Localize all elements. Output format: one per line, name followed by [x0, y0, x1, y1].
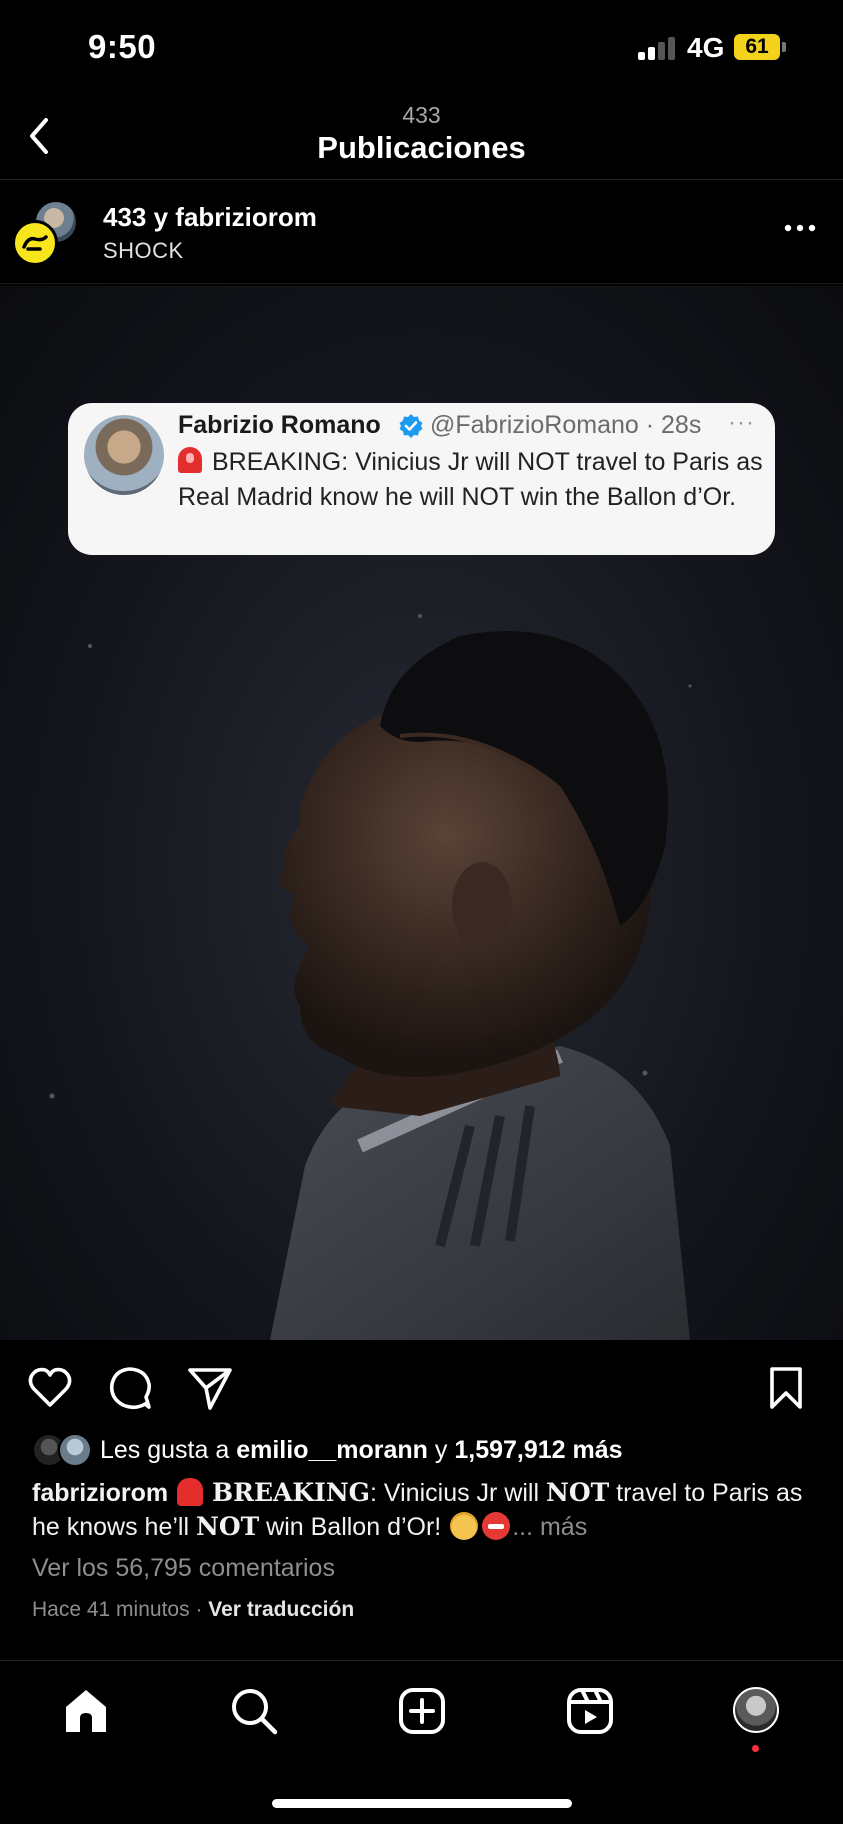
- network-label: 4G: [687, 32, 725, 63]
- nav-header: 433 Publicaciones: [0, 96, 843, 180]
- avatar-433[interactable]: [12, 220, 58, 266]
- siren-emoji-icon: [177, 1478, 204, 1506]
- search-icon[interactable]: [228, 1685, 280, 1737]
- send-icon[interactable]: [186, 1364, 234, 1412]
- tweet-card: Fabrizio Romano @FabrizioRomano · 28s ··…: [68, 403, 775, 555]
- heart-icon[interactable]: [26, 1364, 74, 1412]
- page-title: Publicaciones: [317, 130, 526, 165]
- plus-square-icon[interactable]: [396, 1685, 448, 1737]
- signal-icon: [638, 36, 678, 60]
- 433-logo-icon: [22, 235, 48, 251]
- caption-not2: NOT: [195, 1512, 260, 1541]
- tweet-more-icon: ···: [728, 409, 755, 436]
- caption-breaking: BREAKING: [212, 1478, 371, 1507]
- tweet-author-name: Fabrizio Romano: [178, 411, 381, 439]
- author-avatars[interactable]: [12, 200, 78, 266]
- tweet-text: BREAKING: Vinicius Jr will NOT travel to…: [178, 445, 768, 515]
- exploding-head-emoji-icon: [450, 1512, 479, 1540]
- translate-link[interactable]: Ver traducción: [208, 1598, 354, 1621]
- no-entry-emoji-icon: [482, 1512, 511, 1540]
- profile-tab-avatar[interactable]: [733, 1687, 779, 1733]
- bottom-tab-bar: [0, 1660, 843, 1824]
- post-actions: [0, 1340, 843, 1430]
- comment-icon[interactable]: [106, 1364, 154, 1412]
- verified-badge-icon: [399, 414, 423, 438]
- home-icon[interactable]: [60, 1685, 112, 1737]
- likes-row[interactable]: Les gusta a emilio__morann y 1,597,912 m…: [32, 1432, 623, 1468]
- likes-prefix: Les gusta a: [100, 1435, 230, 1464]
- reels-icon[interactable]: [564, 1685, 616, 1737]
- status-time: 9:50: [88, 28, 157, 65]
- post-location[interactable]: SHOCK: [103, 238, 184, 264]
- account-name: 433: [402, 102, 441, 128]
- home-indicator[interactable]: [272, 1799, 572, 1808]
- post-meta: Hace 41 minutos · Ver traducción: [32, 1598, 354, 1622]
- tweet-handle: @FabrizioRomano · 28s: [430, 411, 702, 439]
- more-horizontal-icon[interactable]: [782, 216, 818, 240]
- meta-separator: ·: [195, 1598, 203, 1621]
- post-time: Hace 41 minutos: [32, 1598, 190, 1621]
- likes-joiner: y: [434, 1435, 448, 1464]
- battery-tip: [782, 42, 786, 52]
- likes-count[interactable]: 1,597,912 más: [454, 1436, 622, 1465]
- caption-part1: : Vinicius Jr will: [370, 1479, 546, 1507]
- view-comments-link[interactable]: Ver los 56,795 comentarios: [32, 1554, 335, 1583]
- tweet-text-body: BREAKING: Vinicius Jr will NOT travel to…: [178, 448, 763, 511]
- status-bar: 9:50 4G 61: [0, 0, 843, 96]
- siren-icon: [178, 447, 202, 473]
- post-image[interactable]: Fabrizio Romano @FabrizioRomano · 28s ··…: [0, 286, 843, 1340]
- tweet-avatar: [84, 415, 164, 495]
- battery-icon: 61: [734, 34, 780, 60]
- notification-dot: [752, 1745, 759, 1752]
- bookmark-icon[interactable]: [762, 1364, 810, 1412]
- post-caption[interactable]: fabriziorom BREAKING: Vinicius Jr will N…: [32, 1476, 822, 1544]
- caption-not1: NOT: [545, 1478, 610, 1507]
- caption-more[interactable]: ... más: [512, 1513, 587, 1541]
- liker-avatars: [32, 1433, 94, 1467]
- post-author[interactable]: 433 y fabriziorom: [103, 202, 317, 233]
- likes-user[interactable]: emilio__morann: [236, 1436, 428, 1465]
- caption-part3: win Ballon d’Or!: [259, 1513, 449, 1541]
- caption-user[interactable]: fabriziorom: [32, 1479, 168, 1507]
- post-header: 433 y fabriziorom SHOCK: [0, 180, 843, 284]
- liker-avatar: [58, 1433, 92, 1467]
